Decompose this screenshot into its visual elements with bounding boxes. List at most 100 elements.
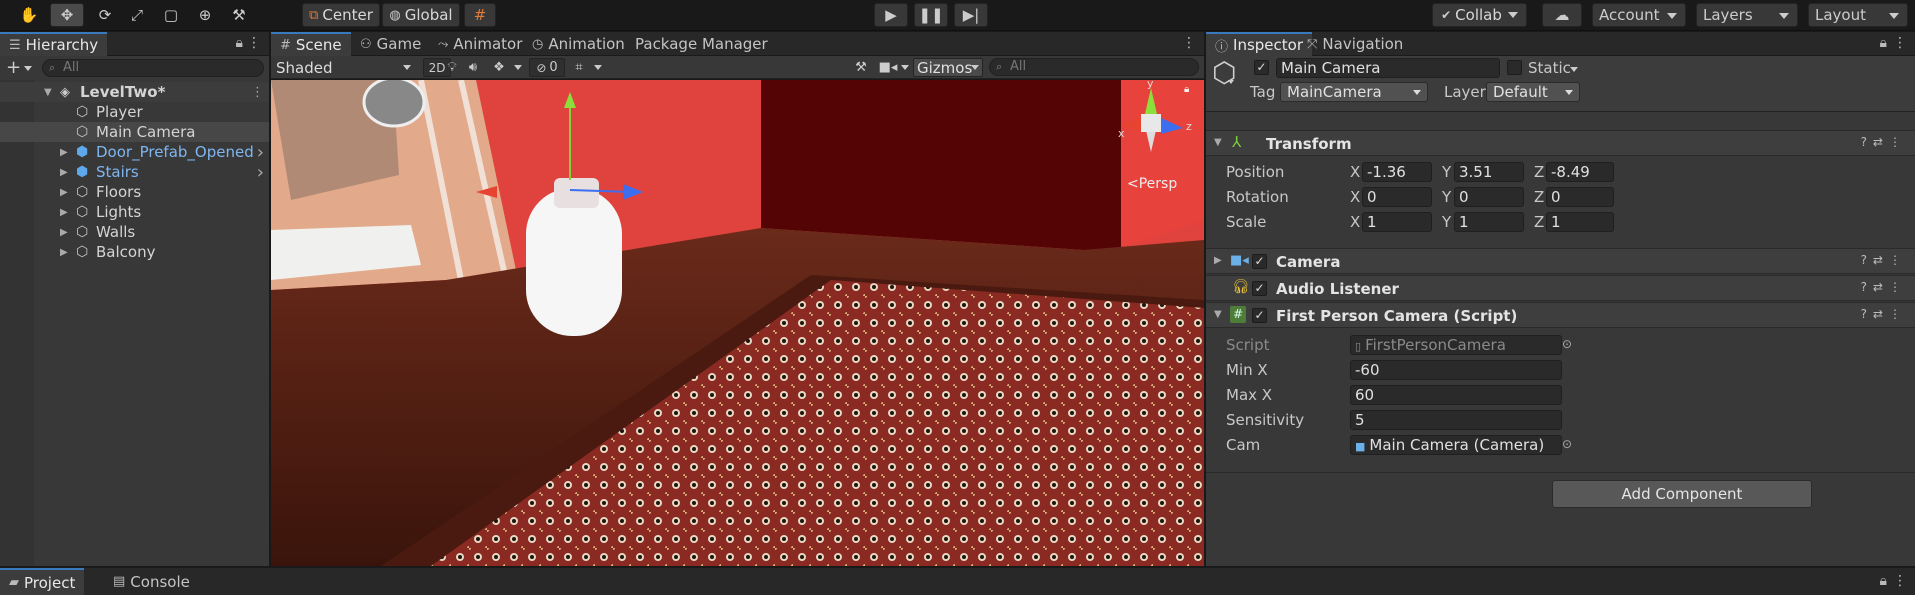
grid-dropdown[interactable] [591, 58, 605, 77]
add-component-button[interactable]: Add Component [1552, 480, 1812, 508]
script-component-header[interactable]: ▼ # ✓ First Person Camera (Script) ?⇄⋮ [1206, 302, 1915, 328]
audio-toggle[interactable]: 🔊︎ [461, 58, 485, 77]
scale-tool-button[interactable]: ⤢ [122, 3, 152, 27]
expand-arrow-icon[interactable]: ▶ [60, 167, 68, 178]
tab-inspector[interactable]: ⓘ Inspector [1206, 32, 1312, 56]
transform-y-field[interactable]: 1 [1454, 212, 1524, 232]
axis-y-label[interactable]: Y [1442, 163, 1451, 181]
lock-icon[interactable]: 🔒︎ [236, 35, 243, 51]
chevron-down-icon[interactable] [1228, 80, 1234, 84]
transform-z-field[interactable]: -8.49 [1546, 162, 1614, 182]
script-value-field[interactable]: -60 [1350, 360, 1562, 380]
hierarchy-item[interactable]: ▶ ⬡ Lights [0, 202, 269, 222]
tab-navigation[interactable]: ⤧ Navigation [1298, 32, 1412, 56]
tab-game[interactable]: ⚇ Game [351, 32, 430, 56]
camera-settings-button[interactable]: ■◂ [877, 58, 899, 77]
axis-x-label[interactable]: X [1350, 213, 1360, 231]
camera-component-header[interactable]: ▶ ■◂ ✓ Camera ?⇄⋮ [1206, 248, 1915, 274]
expand-arrow-icon[interactable]: ▼ [1214, 309, 1222, 320]
expand-arrow-icon[interactable]: ▼ [1214, 137, 1222, 148]
component-actions[interactable]: ?⇄⋮ [1861, 253, 1907, 267]
expand-arrow-icon[interactable]: ▶ [60, 247, 68, 258]
transform-tool-button[interactable]: ⊕ [190, 3, 220, 27]
script-enabled-checkbox[interactable]: ✓ [1252, 308, 1267, 323]
script-value-field[interactable]: 5 [1350, 410, 1562, 430]
transform-z-field[interactable]: 0 [1546, 187, 1614, 207]
add-object-button[interactable]: + [6, 57, 21, 78]
object-name-field[interactable]: Main Camera [1276, 58, 1500, 78]
tab-package-manager[interactable]: Package Manager [626, 32, 777, 56]
account-dropdown[interactable]: Account [1592, 3, 1686, 27]
hierarchy-search-input[interactable]: ⌕ All [42, 59, 264, 77]
scene-root-item[interactable]: ▼ ◈ LevelTwo* ⋮ [0, 82, 269, 102]
rect-tool-button[interactable]: ▢ [156, 3, 186, 27]
expand-arrow-icon[interactable]: ▶ [60, 187, 68, 198]
expand-arrow-icon[interactable]: ▼ [44, 87, 52, 98]
axis-x-label[interactable]: X [1350, 163, 1360, 181]
pivot-space-button[interactable]: ◍ Global [382, 3, 460, 27]
tab-animator[interactable]: ⤳ Animator [429, 32, 531, 56]
pivot-mode-button[interactable]: ⧉ Center [302, 3, 380, 27]
tab-hierarchy[interactable]: ☰ Hierarchy [0, 32, 108, 56]
hierarchy-item[interactable]: ▶ ⬢ Door_Prefab_Opened › [0, 142, 269, 163]
hierarchy-item[interactable]: ⬡ Main Camera [0, 122, 269, 142]
audio-listener-component-header[interactable]: 🎧︎ ✓ Audio Listener ?⇄⋮ [1206, 275, 1915, 301]
axis-x-label[interactable]: X [1350, 188, 1360, 206]
axis-y-label[interactable]: Y [1442, 213, 1451, 231]
layers-dropdown[interactable]: Layers [1696, 3, 1798, 27]
lock-icon[interactable]: 🔒︎ [1880, 573, 1887, 589]
component-actions[interactable]: ?⇄⋮ [1861, 135, 1907, 149]
transform-component-header[interactable]: ▼ ⅄ Transform ?⇄⋮ [1206, 130, 1915, 156]
component-actions[interactable]: ?⇄⋮ [1861, 307, 1907, 321]
static-checkbox[interactable] [1507, 60, 1522, 75]
tag-dropdown[interactable]: MainCamera [1280, 82, 1428, 102]
scene-visibility-toggle[interactable]: ⊘ 0 [529, 58, 565, 77]
transform-y-field[interactable]: 0 [1454, 187, 1524, 207]
cam-reference-field[interactable]: ■ Main Camera (Camera) [1350, 435, 1562, 455]
script-value-field[interactable]: 60 [1350, 385, 1562, 405]
tab-project[interactable]: ▰ Project [0, 568, 85, 595]
effects-toggle[interactable]: ❖ [487, 58, 511, 77]
play-button[interactable]: ▶ [874, 3, 908, 27]
lock-icon[interactable]: 🔒︎ [1880, 35, 1887, 51]
axis-y-label[interactable]: Y [1442, 188, 1451, 206]
camera-enabled-checkbox[interactable]: ✓ [1252, 254, 1267, 269]
gizmos-dropdown[interactable] [967, 58, 983, 77]
hierarchy-item[interactable]: ▶ ⬡ Floors [0, 182, 269, 202]
chevron-down-icon[interactable] [1570, 67, 1578, 72]
expand-arrow-icon[interactable]: ▶ [60, 227, 68, 238]
rotate-tool-button[interactable]: ⟳ [90, 3, 120, 27]
lock-icon[interactable]: 🔒︎ [1184, 84, 1189, 95]
more-options-icon[interactable]: ⋮ [251, 85, 264, 100]
hierarchy-item[interactable]: ⬡ Player [0, 102, 269, 122]
tab-console[interactable]: ▤ Console [104, 568, 199, 595]
hierarchy-item[interactable]: ▶ ⬢ Stairs › [0, 162, 269, 183]
scene-viewport[interactable]: x y z <Persp 🔒︎ [271, 80, 1204, 566]
pause-button[interactable]: ❚❚ [914, 3, 948, 27]
audio-listener-enabled-checkbox[interactable]: ✓ [1252, 281, 1267, 296]
perspective-label[interactable]: <Persp [1127, 176, 1177, 192]
layout-dropdown[interactable]: Layout [1808, 3, 1908, 27]
grid-toggle[interactable]: ⌗ [567, 58, 591, 77]
hierarchy-item[interactable]: ▶ ⬡ Balcony [0, 242, 269, 262]
hand-tool-button[interactable]: ✋ [12, 3, 46, 27]
tools-settings-button[interactable]: ⚒ [849, 58, 873, 77]
effects-dropdown[interactable] [511, 58, 525, 77]
tab-scene[interactable]: # Scene [271, 32, 351, 56]
transform-x-field[interactable]: -1.36 [1362, 162, 1432, 182]
transform-z-field[interactable]: 1 [1546, 212, 1614, 232]
custom-tool-button[interactable]: ⚒ [224, 3, 254, 27]
object-picker-icon[interactable]: ⊙ [1562, 437, 1572, 451]
shading-mode-dropdown[interactable]: Shaded [273, 58, 417, 77]
more-options-icon[interactable]: ⋮ [247, 35, 261, 51]
move-tool-button[interactable]: ✥ [50, 3, 84, 27]
axis-z-label[interactable]: Z [1534, 213, 1544, 231]
snap-button[interactable]: # [464, 3, 496, 27]
expand-arrow-icon[interactable]: ▶ [60, 147, 68, 158]
tab-animation[interactable]: ◷ Animation [523, 32, 634, 56]
chevron-right-icon[interactable]: › [257, 142, 264, 163]
chevron-down-icon[interactable] [24, 66, 32, 71]
step-button[interactable]: ▶| [954, 3, 988, 27]
hierarchy-item[interactable]: ▶ ⬡ Walls [0, 222, 269, 242]
component-actions[interactable]: ?⇄⋮ [1861, 280, 1907, 294]
